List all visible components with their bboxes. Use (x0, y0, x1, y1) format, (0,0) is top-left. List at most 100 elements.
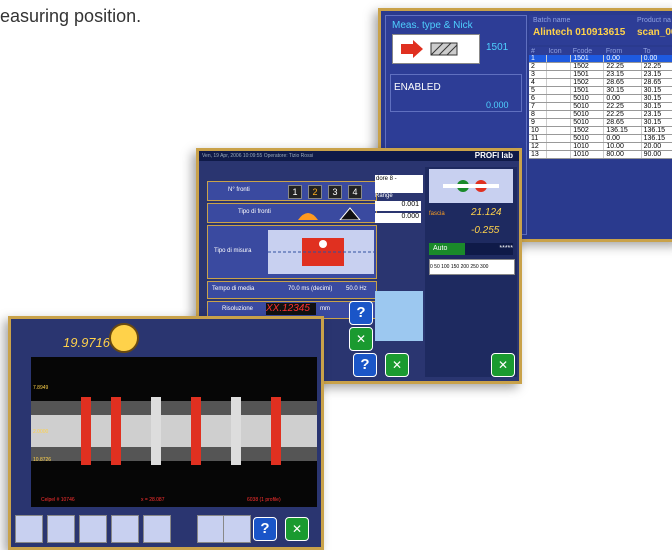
table-cell: 23.15 (641, 110, 672, 119)
table-cell: 5 (529, 86, 547, 95)
scale-ruler: 0 50 100 150 200 250 300 (429, 259, 515, 275)
usb-icon[interactable] (223, 515, 251, 543)
table-cell (546, 78, 572, 87)
page-caption: easuring position. (0, 6, 142, 26)
measurement-table: # Icon Fcode From To 1 1501 0.00 0.00 2 1502 2… (529, 47, 672, 159)
tipo-fronti-label: Tipo di fronti (238, 209, 271, 215)
table-cell (546, 134, 572, 143)
plot-label: 7.8949 (33, 385, 49, 391)
exit-button[interactable]: ✕ (385, 353, 409, 377)
status-bar: Ven, 19 Apr, 2006 10:09:55 Operatore: Ti… (199, 151, 519, 161)
tempo-value: 70.0 ms (decimi) (288, 286, 333, 292)
table-cell: 28.65 (603, 118, 642, 127)
gauge-settings-icon[interactable] (197, 515, 225, 543)
table-cell: 12 (529, 142, 547, 151)
table-row[interactable]: 4 1502 28.65 28.65 (529, 78, 672, 87)
table-cell: 22.25 (641, 62, 672, 71)
measure-type-diagram[interactable] (268, 230, 374, 274)
range-min-input[interactable]: 0.001 (375, 201, 421, 211)
table-cell (546, 110, 572, 119)
zoom-axis-out-icon[interactable] (79, 515, 107, 543)
table-cell: 0.00 (603, 134, 642, 143)
table-row[interactable]: 5 1501 30.15 30.15 (529, 86, 672, 95)
exit-button[interactable]: ✕ (491, 353, 515, 377)
sensor-field[interactable]: dore 8 - (375, 175, 423, 193)
table-cell: 10 (529, 126, 547, 135)
table-cell (546, 62, 572, 71)
help-button[interactable]: ? (349, 301, 373, 325)
fronti-option-4[interactable]: 4 (348, 185, 362, 199)
table-row[interactable]: 7 5010 22.25 30.15 (529, 102, 672, 111)
tempo-label: Tempo di media (212, 286, 255, 292)
table-cell (546, 150, 572, 159)
status-bar-text: Ven, 19 Apr, 2006 10:09:55 Operatore: Ti… (202, 153, 314, 159)
table-row[interactable]: 8 5010 22.25 23.15 (529, 110, 672, 119)
table-cell: 0.00 (603, 55, 642, 63)
footer-left: Celpel # 10746 (41, 497, 75, 503)
table-cell: 90.00 (641, 150, 672, 159)
help-button[interactable]: ? (353, 353, 377, 377)
table-cell: 23.15 (603, 70, 642, 79)
exit-button[interactable]: ✕ (285, 517, 309, 541)
exit-button[interactable]: ✕ (349, 327, 373, 351)
fronti-option-2[interactable]: 2 (308, 185, 322, 199)
table-row[interactable]: 10 1502 136.15 136.15 (529, 126, 672, 135)
table-cell: 136.15 (641, 134, 672, 143)
table-cell: 10.00 (603, 142, 642, 151)
table-row[interactable]: 2 1502 22.25 22.25 (529, 62, 672, 71)
meas-type-icon[interactable] (392, 34, 480, 64)
table-cell: 6 (529, 94, 547, 103)
fronti-option-1[interactable]: 1 (288, 185, 302, 199)
range-max-input[interactable]: 0.000 (375, 213, 421, 223)
batch-name: Alintech 010913615 (533, 27, 626, 38)
table-cell: 3 (529, 70, 547, 79)
table-cell: 136.15 (641, 126, 672, 135)
table-row[interactable]: 1 1501 0.00 0.00 (529, 55, 672, 63)
table-cell (546, 102, 572, 111)
help-button[interactable]: ? (253, 517, 277, 541)
zoom-in-icon[interactable] (47, 515, 75, 543)
table-cell: 5010 (570, 110, 605, 119)
col-header: Icon (546, 47, 571, 55)
brand-logo: PROFI lab (474, 151, 513, 160)
table-row[interactable]: 13 1010 80.00 90.00 (529, 150, 672, 159)
zoom-axis-in-icon[interactable] (111, 515, 139, 543)
table-cell: 2 (529, 62, 547, 71)
table-cell: 1501 (570, 55, 605, 63)
table-cell (546, 126, 572, 135)
table-cell (546, 118, 572, 127)
table-cell: 1502 (570, 78, 605, 87)
footer-mid: x = 28.087 (141, 497, 165, 503)
auto-button[interactable]: Auto (429, 243, 465, 255)
col-header: From (603, 47, 642, 55)
tipo-misura-label: Tipo di misura (214, 248, 252, 254)
table-row[interactable]: 6 5010 0.00 30.15 (529, 94, 672, 103)
fronti-option-3[interactable]: 3 (328, 185, 342, 199)
footer-right: 6038 (1 profile) (247, 497, 281, 503)
n-fronti-label: N° fronti (228, 187, 250, 193)
part-preview (429, 169, 513, 203)
n-fronti-row: N° fronti 1 2 3 4 (207, 181, 377, 201)
table-row[interactable]: 12 1010 10.00 20.00 (529, 142, 672, 151)
table-cell (546, 70, 572, 79)
histogram-icon[interactable] (143, 515, 171, 543)
zoom-out-icon[interactable] (15, 515, 43, 543)
col-header: To (641, 47, 672, 55)
table-cell: 23.15 (641, 70, 672, 79)
table-cell (546, 86, 572, 95)
table-cell: 5010 (570, 94, 605, 103)
auto-stars: ***** (465, 243, 513, 255)
table-cell (546, 142, 572, 151)
table-row[interactable]: 11 5010 0.00 136.15 (529, 134, 672, 143)
table-cell: 1502 (570, 62, 605, 71)
value-b: -0.255 (471, 225, 500, 236)
tipo-misura-row: Tipo di misura (207, 225, 377, 279)
product-name: scan_00 (637, 27, 672, 38)
table-cell: 1010 (570, 142, 605, 151)
table-row[interactable]: 9 5010 28.65 30.15 (529, 118, 672, 127)
status-text: ENABLED (394, 82, 441, 93)
table-cell: 30.15 (641, 102, 672, 111)
edge-type-icons[interactable] (296, 206, 366, 220)
table-cell: 5010 (570, 102, 605, 111)
table-row[interactable]: 3 1501 23.15 23.15 (529, 70, 672, 79)
